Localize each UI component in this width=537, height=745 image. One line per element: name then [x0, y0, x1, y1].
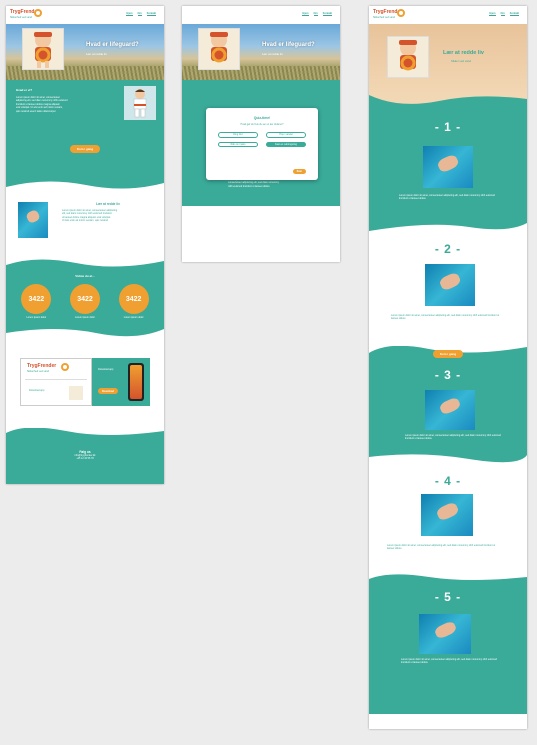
app-promo-card: TrygFrender Sikkerhed ved vand Download a… [20, 358, 92, 406]
step-section-3: Kom i gang - 3 - Lorem ipsum dolor sit a… [369, 345, 527, 465]
lifeguard-mascot-icon [22, 28, 64, 70]
body-line: nibh euismod tincidunt ut laoreet dolore [228, 184, 270, 188]
stat-circle: 3422 [21, 284, 52, 314]
intro-line: quis nostrud exerci tation ullamcorper [16, 109, 56, 113]
submit-answer-button[interactable]: Svar [292, 169, 306, 174]
stat-text: Lorem ipsum dolor [123, 316, 144, 319]
nav-bar: Hjem Om Kontakt [182, 6, 340, 24]
footer-phone[interactable]: +45 12 34 56 78 [6, 457, 164, 460]
nav-bar: TrygFrender Sikkerhed ved vand Hjem Om Ko… [6, 6, 164, 24]
nav-link-contact[interactable]: Kontakt [146, 12, 156, 16]
nav-link-home[interactable]: Hjem [489, 12, 496, 16]
nav-link-home[interactable]: Hjem [126, 12, 133, 16]
quiz-popup: Quiz-time! Hvad gør du hvis du ser en de… [206, 108, 318, 180]
mockup-page-home: TrygFrender Sikkerhed ved vand Hjem Om Ko… [6, 6, 164, 484]
mockup-page-quiz: Hjem Om Kontakt Hvad er lifeguard? Lær a… [182, 6, 340, 262]
learn-line: Ut wisi enim ad minim veniam, quis nostr… [62, 219, 108, 223]
stats-title: Vidste du at... [75, 274, 95, 278]
stats-section: Vidste du at... 3422 Lorem ipsum dolor 3… [6, 257, 164, 339]
step-text: Lorem ipsum dolor sit amet, consectetuer… [405, 434, 501, 441]
step-text: Lorem ipsum dolor sit amet, consectetuer… [391, 314, 500, 321]
lifebuoy-icon [34, 9, 42, 17]
hero-subtitle: Sikker ved vand [451, 59, 471, 63]
swim-rescue-photo [423, 146, 473, 188]
step-section-2: - 2 - Lorem ipsum dolor sit amet, consec… [369, 234, 527, 346]
cta-button[interactable]: Kom i gang [69, 145, 101, 154]
hero-title: Hvad er lifeguard? [86, 42, 139, 48]
nav-link-contact[interactable]: Kontakt [509, 12, 519, 16]
hero-subtitle: Lær at redde liv [86, 52, 107, 56]
nav-link-about[interactable]: Om [500, 12, 505, 16]
intro-section: Hvad er vi? Lorem ipsum dolor sit amet, … [6, 80, 164, 193]
step-number: - 4 - [434, 474, 462, 488]
hero-subtitle: Lær at redde liv [262, 52, 283, 56]
hero-title: Lær at redde liv [443, 50, 484, 56]
swim-rescue-photo [425, 264, 475, 306]
quiz-option-selected[interactable]: Kast en redningsring [266, 141, 306, 148]
learn-section: Lær at redde liv Lorem ipsum dolor sit a… [6, 192, 164, 258]
step-text: Lorem ipsum dolor sit amet, consectetuer… [399, 194, 495, 201]
hero-banner: Hvad er lifeguard? Lær at redde liv [6, 24, 164, 80]
app-download-panel: Download app Download [92, 358, 150, 406]
hero-title: Hvad er lifeguard? [262, 42, 315, 48]
swim-rescue-photo [421, 494, 473, 536]
stat-circle: 3422 [69, 284, 100, 314]
step-section-5: - 5 - Lorem ipsum dolor sit amet, consec… [369, 573, 527, 714]
nav-link-about[interactable]: Om [137, 12, 142, 16]
step-text: Lorem ipsum dolor sit amet, consectetuer… [387, 544, 496, 551]
phone-icon [128, 363, 144, 401]
nav-link-home[interactable]: Hjem [302, 12, 309, 16]
stat-text: Lorem ipsum dolor [26, 316, 47, 319]
quiz-option[interactable]: Hop i vandet [266, 132, 306, 138]
popup-title: Quiz-time! [253, 116, 271, 120]
app-text: Download app [98, 368, 114, 371]
step-number: - 2 - [434, 242, 462, 256]
step-section-4: - 4 - Lorem ipsum dolor sit amet, consec… [369, 464, 527, 574]
download-button[interactable]: Download [98, 388, 118, 394]
step-number: - 3 - [434, 368, 462, 382]
step-number: - 1 - [434, 120, 462, 134]
lifeguard-mascot-icon [69, 386, 83, 400]
karate-mascot-icon [124, 86, 156, 120]
nav-bar: TrygFrender Sikkerhed ved vand Hjem Om Ko… [369, 6, 527, 24]
hero-banner: Lær at redde liv Sikker ved vand [369, 24, 527, 94]
step-section-1: - 1 - Lorem ipsum dolor sit amet, consec… [369, 93, 527, 235]
swimmer-photo [18, 202, 48, 238]
app-section: TrygFrender Sikkerhed ved vand Download a… [6, 338, 164, 428]
learn-title: Lær at redde liv [96, 202, 120, 206]
quiz-option[interactable]: Råb om hjælp [218, 141, 258, 148]
stat-circle: 3422 [118, 284, 149, 314]
stat-text: Lorem ipsum dolor [75, 316, 95, 319]
nav-link-contact[interactable]: Kontakt [322, 12, 332, 16]
step-text: Lorem ipsum dolor sit amet, consectetuer… [401, 658, 497, 665]
footer: Følg os info@trygfrender.dk +45 12 34 56… [6, 427, 164, 484]
swim-rescue-photo [425, 390, 475, 430]
swim-rescue-photo [419, 614, 471, 654]
lifeguard-mascot-icon [198, 28, 240, 70]
nav-link-about[interactable]: Om [313, 12, 318, 16]
lifeguard-mascot-icon [387, 36, 429, 78]
lifebuoy-icon [397, 9, 405, 17]
hero-banner: Hvad er lifeguard? Lær at redde liv [182, 24, 340, 80]
step-number: - 5 - [434, 590, 462, 604]
mockup-page-steps: TrygFrender Sikkerhed ved vand Hjem Om Ko… [369, 6, 527, 729]
cta-button[interactable]: Kom i gang [432, 350, 464, 358]
app-card-text: Download app [29, 389, 45, 392]
quiz-option[interactable]: Ring 112 [218, 132, 258, 138]
